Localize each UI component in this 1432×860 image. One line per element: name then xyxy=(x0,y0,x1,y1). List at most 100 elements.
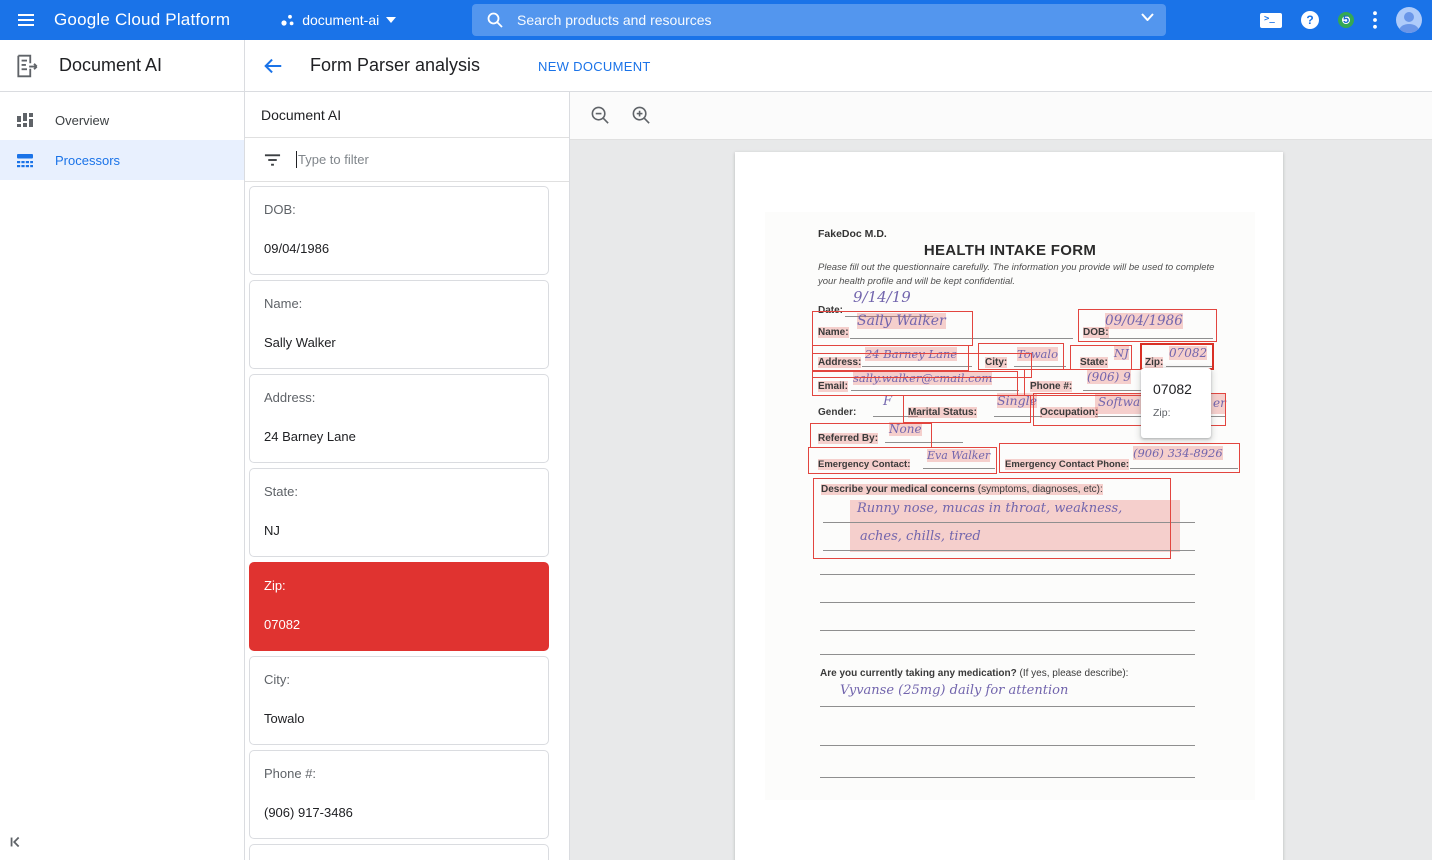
name-label: Name: xyxy=(818,327,849,338)
referred-by-label: Referred By: xyxy=(818,433,878,444)
field-label: Name: xyxy=(264,296,534,311)
field-label: Zip: xyxy=(264,578,534,593)
medication-question-rest: (If yes, please describe): xyxy=(1017,668,1129,679)
dob-handwriting: 09/04/1986 xyxy=(1105,313,1183,329)
concerns-handwriting-2: aches, chills, tired xyxy=(860,529,981,544)
gender-label: Gender: xyxy=(818,407,856,418)
filter-placeholder: Type to filter xyxy=(298,152,369,167)
form-title: HEALTH INTAKE FORM xyxy=(765,242,1255,259)
kebab-menu-icon[interactable] xyxy=(1373,11,1377,29)
city-handwriting: Towalo xyxy=(1017,347,1058,361)
clinic-name: FakeDoc M.D. xyxy=(818,228,887,240)
help-icon[interactable]: ? xyxy=(1301,11,1319,29)
zoom-out-icon[interactable] xyxy=(590,105,611,126)
document-toolbar xyxy=(570,92,1432,140)
state-label: State: xyxy=(1080,357,1108,368)
app-window: Google Cloud Platform document-ai Search… xyxy=(0,0,1432,860)
field-value: Towalo xyxy=(264,711,534,726)
fields-panel: Document AI Type to filter DOB: 09/04/19… xyxy=(245,92,570,860)
field-value: 24 Barney Lane xyxy=(264,429,534,444)
field-card-phone[interactable]: Phone #: (906) 917-3486 xyxy=(249,750,549,839)
app-name: Document AI xyxy=(59,55,162,76)
field-card-partial[interactable] xyxy=(249,844,549,860)
address-handwriting: 24 Barney Lane xyxy=(865,347,957,361)
form-instructions-2: your health profile and will be kept con… xyxy=(818,276,1015,287)
zip-tooltip-value: 07082 xyxy=(1153,381,1211,397)
app-title-block: Document AI xyxy=(0,40,245,91)
search-placeholder: Search products and resources xyxy=(517,12,712,28)
search-icon xyxy=(487,12,503,28)
name-handwriting: Sally Walker xyxy=(857,313,946,329)
sidebar-item-overview[interactable]: Overview xyxy=(0,100,244,140)
gcp-logo[interactable]: Google Cloud Platform xyxy=(54,10,230,30)
occupation-handwriting-tail: er xyxy=(1213,396,1226,410)
document-panel: FakeDoc M.D. HEALTH INTAKE FORM Please f… xyxy=(570,92,1432,860)
field-label: City: xyxy=(264,672,534,687)
field-label: DOB: xyxy=(264,202,534,217)
document-canvas[interactable]: FakeDoc M.D. HEALTH INTAKE FORM Please f… xyxy=(570,140,1432,860)
project-selector[interactable]: document-ai xyxy=(280,12,396,28)
city-label: City: xyxy=(985,357,1007,368)
field-card-city[interactable]: City: Towalo xyxy=(249,656,549,745)
medication-handwriting: Vyvanse (25mg) daily for attention xyxy=(840,683,1068,698)
field-value: NJ xyxy=(264,523,534,538)
medication-question: Are you currently taking any medication? xyxy=(820,668,1017,679)
referred-by-handwriting: None xyxy=(889,422,922,436)
marital-status-label: Marital Status: xyxy=(908,407,977,418)
occupation-handwriting: Softwa xyxy=(1098,395,1140,409)
gcp-topbar: Google Cloud Platform document-ai Search… xyxy=(0,0,1432,40)
field-card-name[interactable]: Name: Sally Walker xyxy=(249,280,549,369)
gender-handwriting: F xyxy=(883,394,892,409)
back-button[interactable] xyxy=(262,55,284,82)
search-chevron-down-icon[interactable] xyxy=(1141,13,1154,21)
date-handwriting: 9/14/19 xyxy=(853,288,911,306)
field-card-address[interactable]: Address: 24 Barney Lane xyxy=(249,374,549,463)
filter-input[interactable]: Type to filter xyxy=(245,138,569,182)
hamburger-menu-icon[interactable] xyxy=(12,6,40,34)
phone-handwriting: (906) 9 xyxy=(1087,370,1131,384)
document-ai-icon xyxy=(14,53,40,79)
text-cursor xyxy=(296,151,297,168)
field-card-list: DOB: 09/04/1986 Name: Sally Walker Addre… xyxy=(245,182,569,860)
document-page: FakeDoc M.D. HEALTH INTAKE FORM Please f… xyxy=(735,152,1283,860)
field-value: Sally Walker xyxy=(264,335,534,350)
field-card-dob[interactable]: DOB: 09/04/1986 xyxy=(249,186,549,275)
page-title: Form Parser analysis xyxy=(310,55,480,76)
concerns-question: Describe your medical concerns xyxy=(821,484,975,495)
avatar[interactable] xyxy=(1396,7,1422,33)
field-value: 07082 xyxy=(264,617,534,632)
zip-handwriting: 07082 xyxy=(1169,346,1207,360)
notifications-badge[interactable]: 5 xyxy=(1338,12,1354,28)
emergency-phone-handwriting: (906) 334-8926 xyxy=(1133,446,1223,460)
project-icon xyxy=(280,13,295,28)
sidebar-item-label: Processors xyxy=(55,153,120,168)
emergency-contact-handwriting: Eva Walker xyxy=(927,449,990,462)
zip-tooltip: 07082 Zip: xyxy=(1141,368,1211,438)
emergency-contact-label: Emergency Contact: xyxy=(818,459,910,470)
collapse-sidebar-icon[interactable] xyxy=(8,834,24,855)
zoom-in-icon[interactable] xyxy=(631,105,652,126)
field-label: State: xyxy=(264,484,534,499)
concerns-handwriting-1: Runny nose, mucas in throat, weakness, xyxy=(857,501,1122,516)
page-header: Document AI Form Parser analysis NEW DOC… xyxy=(0,40,1432,92)
search-input[interactable]: Search products and resources xyxy=(472,4,1166,36)
form-instructions-1: Please fill out the questionnaire carefu… xyxy=(818,262,1214,273)
field-value: (906) 917-3486 xyxy=(264,805,534,820)
project-chevron-down-icon xyxy=(386,17,396,23)
sidebar-item-processors[interactable]: Processors xyxy=(0,140,244,180)
sidebar-item-label: Overview xyxy=(55,113,109,128)
fields-panel-title: Document AI xyxy=(245,92,569,138)
filter-icon xyxy=(264,153,281,167)
cloud-shell-icon[interactable]: >_ xyxy=(1260,13,1282,28)
new-document-button[interactable]: NEW DOCUMENT xyxy=(538,59,651,74)
project-name: document-ai xyxy=(302,12,379,28)
date-label: Date: xyxy=(818,305,843,316)
concerns-question-rest: (symptoms, diagnoses, etc): xyxy=(975,484,1103,495)
processors-icon xyxy=(16,151,34,169)
phone-label: Phone #: xyxy=(1030,381,1072,392)
topbar-actions: >_ ? 5 xyxy=(1260,0,1422,40)
email-handwriting: sally.walker@cmail.com xyxy=(853,371,992,385)
field-label: Address: xyxy=(264,390,534,405)
field-card-state[interactable]: State: NJ xyxy=(249,468,549,557)
field-card-zip-selected[interactable]: Zip: 07082 xyxy=(249,562,549,651)
